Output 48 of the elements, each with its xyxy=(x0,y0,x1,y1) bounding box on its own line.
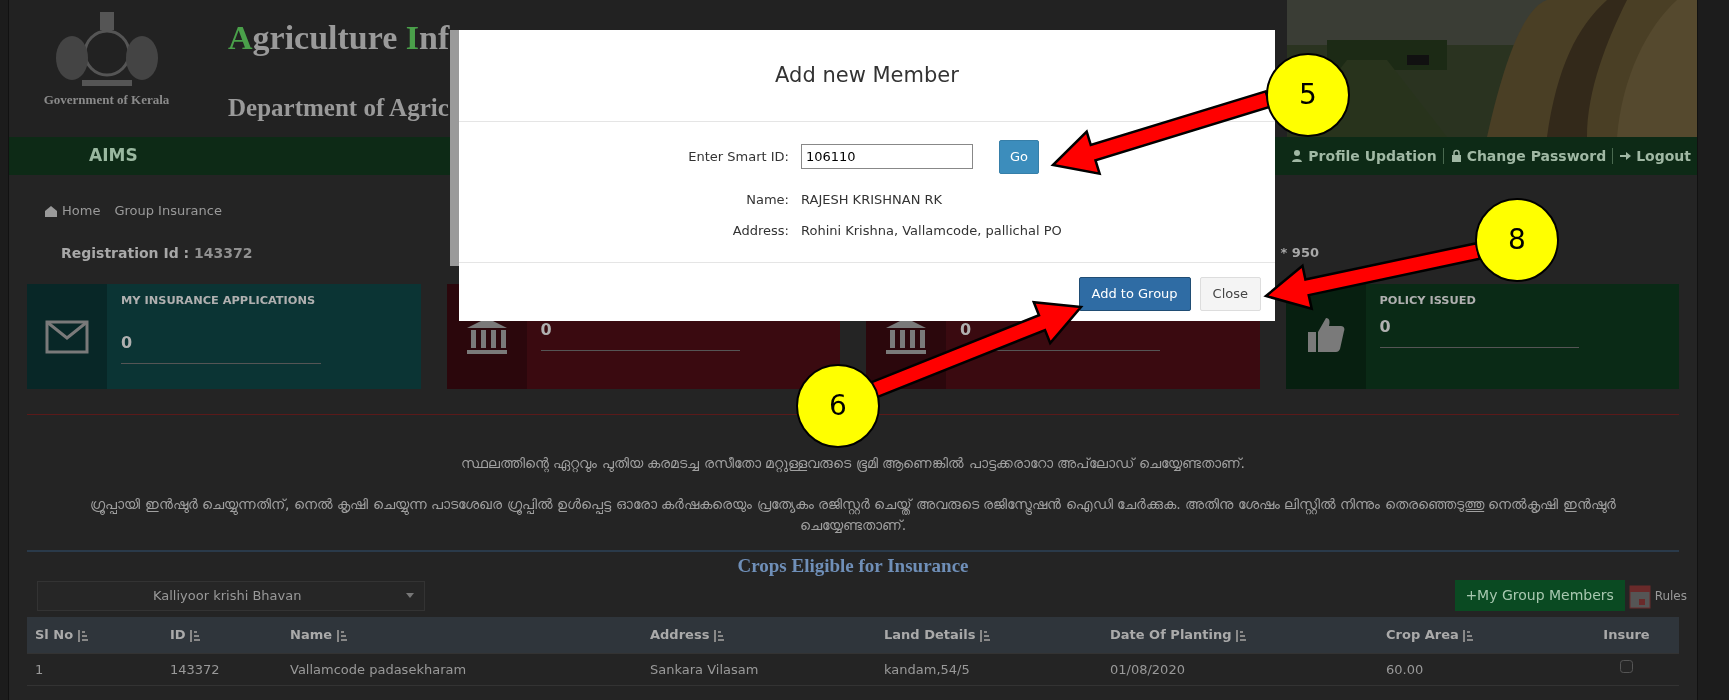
table-cell: kandam,54/5 xyxy=(876,653,1102,686)
table-cell: 60.00 xyxy=(1378,653,1574,686)
emblem-caption: Government of Kerala xyxy=(43,91,170,109)
registration-id: Registration Id : 143372 xyxy=(61,243,253,263)
table-cell: Vallamcode padasekharam xyxy=(282,653,642,686)
add-button[interactable]: Add to Group xyxy=(1078,277,1191,311)
field-label: Address: xyxy=(731,222,789,240)
field-label: Name: xyxy=(745,190,789,209)
field-label: Enter Smart ID: xyxy=(687,148,789,166)
column-header[interactable]: Date Of Planting xyxy=(1102,617,1378,653)
field-value: RAJESH KRISHNAN RK xyxy=(801,190,943,209)
breadcrumb-link[interactable]: Home xyxy=(44,201,101,221)
field-value: Rohini Krishna, Vallamcode, pallichal PO xyxy=(801,222,1062,240)
notice-text: ഗ്രൂപ്പായി ഇൻഷുർ ചെയ്യുന്നതിന്, നെൽ കൃഷി ചെയ്യുന്ന പാടശേഖര ഗ്രൂപ്പിൽ ഉൾപ്പെട്ട ഓരോ കർഷകരെയും പ്രത്യേകം രജിസ്റ്റർ ചെയ്ത് അവരുടെ രജിസ്ട്രേഷൻ ഐഡി ചേർക്കുക. അതിനു ശേഷം ലിസ്റ്റിൽ നിന്നും തെരഞ്ഞെടുത്തു നെൽകൃഷി ഇൻഷുർ ചെയ്യേണ്ടതാണ്. xyxy=(89,494,1617,535)
card-value: 0 xyxy=(1379,315,1392,338)
office-select[interactable]: Kalliyoor krishi Bhavan xyxy=(37,580,425,611)
column-header[interactable]: ID xyxy=(162,617,282,653)
card-value: 0 xyxy=(960,318,973,341)
nav-link[interactable]: Change Password xyxy=(1443,145,1613,167)
card-value: 0 xyxy=(540,318,553,341)
nav-link[interactable]: Logout xyxy=(1613,145,1697,167)
go-button[interactable]: Go xyxy=(999,140,1040,174)
breadcrumb-link[interactable]: Group Insurance xyxy=(114,201,222,221)
brand-label[interactable]: AIMS xyxy=(89,143,138,169)
column-header[interactable]: Name xyxy=(282,617,642,653)
column-header[interactable]: Insure xyxy=(1574,617,1679,653)
smart-id-field[interactable]: 106110 xyxy=(801,144,973,170)
table-cell: Sankara Vilasam xyxy=(642,653,876,686)
table-cell: 1 xyxy=(27,653,162,686)
site-title: Agriculture Inf xyxy=(228,18,450,58)
table-cell: 143372 xyxy=(162,653,282,686)
column-header[interactable]: Sl No xyxy=(27,617,162,653)
nav-link[interactable]: Profile Updation xyxy=(1285,145,1443,167)
column-header[interactable]: Land Details xyxy=(876,617,1102,653)
column-header[interactable]: Address xyxy=(642,617,876,653)
section-heading: Crops Eligible for Insurance xyxy=(736,553,970,578)
table-cell: 01/08/2020 xyxy=(1102,653,1378,686)
notice-text: സ്ഥലത്തിന്റെ ഏറ്റവും പുതിയ കരമടച്ച രസീതോ മറ്റുള്ളവരുടെ ഭൂമി ആണെങ്കിൽ പാട്ടക്കരാറോ അപ്‌ലോഡ് ചെയ്യേണ്ടതാണ്. xyxy=(460,453,1246,474)
note-text: * 950 xyxy=(1280,243,1319,262)
column-header[interactable]: Crop Area xyxy=(1378,617,1574,653)
close-button[interactable]: Close xyxy=(1199,277,1261,311)
card-value: 0 xyxy=(121,331,134,354)
modal-title: Add new Member xyxy=(775,61,959,89)
group-members-button[interactable]: +My Group Members xyxy=(1454,580,1625,611)
department-title: Department of Agric xyxy=(228,93,450,123)
rules-link[interactable]: Rules xyxy=(1654,586,1687,605)
card-title: POLICY ISSUED xyxy=(1379,291,1477,309)
card-title: MY INSURANCE APPLICATIONS xyxy=(121,291,317,309)
